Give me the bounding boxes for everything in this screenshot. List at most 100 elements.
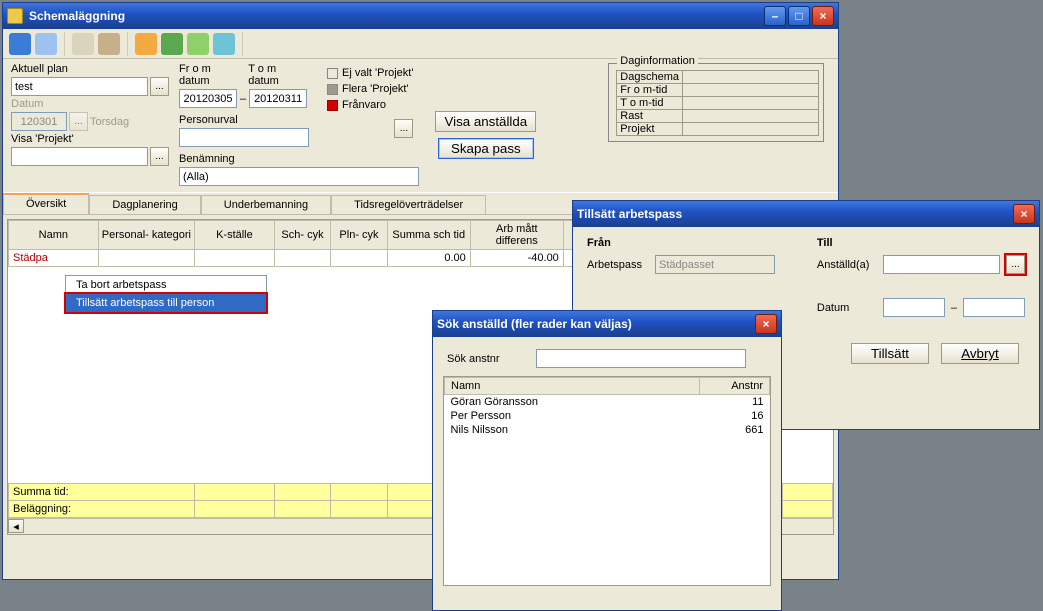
menu-item-assign[interactable]: Tillsätt arbetspass till person [66, 294, 266, 312]
legend-flera: Flera 'Projekt' [327, 81, 413, 95]
legend-square-1 [327, 68, 338, 79]
benamning-label: Benämning [179, 153, 309, 165]
arbetspass-label: Arbetspass [587, 259, 649, 271]
personurval-input[interactable] [179, 128, 309, 147]
toolbar-icon-8[interactable] [213, 33, 235, 55]
tab-underbem[interactable]: Underbemanning [201, 195, 331, 214]
main-titlebar: Schemaläggning – □ × [3, 3, 838, 29]
list-item[interactable]: Nils Nilsson661 [445, 423, 770, 437]
app-icon [7, 8, 23, 24]
toolbar-icon-7[interactable] [187, 33, 209, 55]
toolbar-icon-4[interactable] [98, 33, 120, 55]
tillsatt-datum-label: Datum [817, 302, 877, 314]
tillsatt-from-title: Från [587, 237, 787, 249]
grid-col-5[interactable]: Summa sch tid [387, 221, 470, 250]
sok-titlebar: Sök anställd (fler rader kan väljas) × [433, 311, 781, 337]
daginfo-row-1: Fr o m-tid [617, 84, 683, 97]
tillsatt-till-title: Till [817, 237, 1025, 249]
tab-tidsregel[interactable]: Tidsregelöverträdelser [331, 195, 486, 214]
grid-col-2[interactable]: K-ställe [195, 221, 275, 250]
datum-input: 120301 [11, 112, 67, 131]
toolbar-icon-1[interactable] [9, 33, 31, 55]
menu-item-remove[interactable]: Ta bort arbetspass [66, 276, 266, 294]
sok-list: Namn Anstnr Göran Göransson11 Per Persso… [443, 376, 771, 586]
tab-dagplan[interactable]: Dagplanering [89, 195, 200, 214]
belaggning-label: Beläggning: [9, 501, 195, 518]
from-date-label: Fr o m datum [179, 63, 242, 87]
daginfo-val-0 [683, 71, 819, 84]
tillsatt-datum-from[interactable] [883, 298, 945, 317]
sok-col-anstnr[interactable]: Anstnr [700, 378, 770, 395]
daginfo-val-4 [683, 123, 819, 136]
sok-col-namn[interactable]: Namn [445, 378, 700, 395]
visa-projekt-browse-button[interactable]: ... [150, 147, 169, 166]
grid-row0-diff: -40.00 [470, 250, 563, 267]
tillsatt-cancel-button[interactable]: Avbryt [941, 343, 1019, 364]
daginfo-val-2 [683, 97, 819, 110]
close-button[interactable]: × [812, 6, 834, 26]
toolbar-icon-5[interactable] [135, 33, 157, 55]
tillsatt-datum-dash: – [951, 302, 957, 314]
maximize-button[interactable]: □ [788, 6, 810, 26]
visa-projekt-label: Visa 'Projekt' [11, 133, 169, 145]
visa-anstallda-button[interactable]: Visa anställda [435, 111, 536, 132]
sok-search-label: Sök anstnr [447, 353, 500, 365]
legend-square-3 [327, 100, 338, 111]
grid-col-1[interactable]: Personal- kategori [98, 221, 194, 250]
upper-panel: Aktuell plan test ... Datum 120301 ... T… [3, 59, 838, 186]
grid-col-6[interactable]: Arb mått differens [470, 221, 563, 250]
summa-label: Summa tid: [9, 484, 195, 501]
daginfo-row-3: Rast [617, 110, 683, 123]
sok-title: Sök anställd (fler rader kan väljas) [437, 317, 632, 331]
list-item[interactable]: Per Persson16 [445, 409, 770, 423]
tillsatt-datum-to[interactable] [963, 298, 1025, 317]
toolbar-sep-3 [242, 32, 243, 56]
aktuell-plan-browse-button[interactable]: ... [150, 77, 169, 96]
skapa-pass-button[interactable]: Skapa pass [438, 138, 534, 159]
legend-square-2 [327, 84, 338, 95]
sok-close-button[interactable]: × [755, 314, 777, 334]
aktuell-plan-input[interactable]: test [11, 77, 148, 96]
tillsatt-title: Tillsätt arbetspass [577, 207, 682, 221]
daginfo-val-3 [683, 110, 819, 123]
datum-day: Torsdag [90, 116, 129, 128]
grid-row0-name: Städpa [9, 250, 99, 267]
tab-oversikt[interactable]: Översikt [3, 193, 89, 214]
scroll-left-icon[interactable]: ◂ [8, 519, 24, 533]
grid-col-0[interactable]: Namn [9, 221, 99, 250]
main-window-title: Schemaläggning [29, 9, 125, 23]
tom-date-label: T o m datum [248, 63, 309, 87]
from-date-input[interactable]: 20120305 [179, 89, 237, 108]
daginfo-row-4: Projekt [617, 123, 683, 136]
toolbar-icon-6[interactable] [161, 33, 183, 55]
personurval-browse-button[interactable]: ... [394, 119, 413, 138]
context-menu: Ta bort arbetspass Tillsätt arbetspass t… [65, 275, 267, 313]
visa-projekt-input[interactable] [11, 147, 148, 166]
arbetspass-input: Städpasset [655, 255, 775, 274]
grid-col-3[interactable]: Sch- cyk [274, 221, 330, 250]
anstalld-label: Anställd(a) [817, 259, 877, 271]
daginfo-row-0: Dagschema [617, 71, 683, 84]
minimize-button[interactable]: – [764, 6, 786, 26]
tillsatt-ok-button[interactable]: Tillsätt [851, 343, 929, 364]
toolbar-icon-3[interactable] [72, 33, 94, 55]
list-item[interactable]: Göran Göransson11 [445, 395, 770, 410]
daginfo-row-2: T o m-tid [617, 97, 683, 110]
toolbar-sep-2 [127, 32, 128, 56]
tillsatt-close-button[interactable]: × [1013, 204, 1035, 224]
anstalld-input[interactable] [883, 255, 1000, 274]
sok-search-input[interactable] [536, 349, 746, 368]
tillsatt-titlebar: Tillsätt arbetspass × [573, 201, 1039, 227]
toolbar-sep-1 [64, 32, 65, 56]
tom-date-input[interactable]: 20120311 [249, 89, 307, 108]
anstalld-browse-button[interactable]: ... [1006, 255, 1025, 274]
aktuell-plan-label: Aktuell plan [11, 63, 169, 75]
datum-browse-button: ... [69, 112, 88, 131]
sok-dialog: Sök anställd (fler rader kan väljas) × S… [432, 310, 782, 611]
legend-franvaro: Frånvaro [327, 97, 413, 111]
grid-col-4[interactable]: Pln- cyk [331, 221, 387, 250]
legend-ej-valt: Ej valt 'Projekt' [327, 65, 413, 79]
toolbar-icon-2[interactable] [35, 33, 57, 55]
date-dash: – [240, 93, 246, 105]
personurval-label: Personurval [179, 114, 309, 126]
